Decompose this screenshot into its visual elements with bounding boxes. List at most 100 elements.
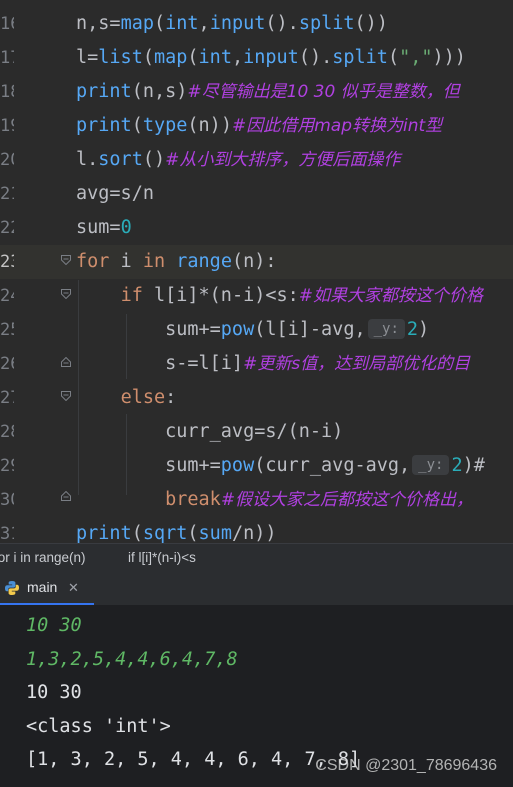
- code-token: else: [120, 387, 166, 408]
- code-line[interactable]: 18 print(n,s)#尽管输出是10 30 似乎是整数，但: [0, 75, 513, 109]
- code-text[interactable]: print(n,s)#尽管输出是10 30 似乎是整数，但: [76, 75, 460, 109]
- code-token: )#: [462, 455, 485, 476]
- code-token: l.: [76, 149, 99, 170]
- code-text[interactable]: print(type(n))#因此借用map转换为int型: [76, 109, 442, 143]
- code-token: type: [142, 115, 188, 136]
- line-number: 23: [0, 252, 14, 272]
- line-number: 22: [0, 218, 14, 238]
- code-token: break: [165, 489, 221, 510]
- breadcrumb: for i in range(n) if l[i]*(n-i)<s: [0, 543, 513, 572]
- code-token: ): [418, 319, 430, 340]
- indent-guide: [126, 314, 127, 379]
- code-line[interactable]: 16 n,s=map(int,input().split()): [0, 7, 513, 41]
- indent-guide: [126, 414, 127, 495]
- code-line[interactable]: 29 sum+=pow(curr_avg-avg,_y:2)#: [0, 449, 513, 483]
- code-text[interactable]: print(sqrt(sum/n)): [76, 517, 277, 543]
- line-number: 30: [0, 490, 14, 510]
- fold-collapse-icon[interactable]: [61, 255, 71, 265]
- close-icon[interactable]: ✕: [68, 580, 79, 596]
- fold-collapse-icon[interactable]: [61, 391, 71, 401]
- code-token: pow: [220, 455, 255, 476]
- code-token: list: [98, 47, 143, 68]
- watermark: CSDN @2301_78696436: [315, 757, 497, 774]
- breadcrumb-item-for-loop[interactable]: for i in range(n): [0, 544, 86, 572]
- code-editor[interactable]: 16n,s=map(int,input().split())17l=list(m…: [0, 0, 513, 543]
- code-text[interactable]: sum+=pow(curr_avg-avg, _y: 2)#: [76, 449, 485, 483]
- code-token: split: [298, 13, 355, 34]
- run-tab-main[interactable]: main ✕: [0, 572, 94, 605]
- code-token: int: [198, 47, 232, 68]
- code-token: ,: [198, 13, 210, 34]
- code-token: int: [165, 13, 199, 34]
- code-token: map: [120, 13, 154, 34]
- code-line[interactable]: 17l=list(map(int,input().split(","))): [0, 41, 513, 75]
- code-text[interactable]: s-=l[i]#更新s值，达到局部优化的目: [76, 347, 470, 381]
- code-text[interactable]: for i in range(n):: [76, 245, 277, 279]
- fold-end-icon[interactable]: [61, 357, 71, 367]
- code-line[interactable]: 24 if l[i]*(n-i)<s:#如果大家都按这个价格: [0, 279, 513, 313]
- parameter-hint: _y:: [367, 319, 405, 339]
- console-output-line: <class 'int'>: [26, 715, 171, 737]
- fold-end-icon[interactable]: [61, 491, 71, 501]
- code-token: s-=l[i]: [76, 353, 244, 374]
- code-token: in: [142, 251, 166, 272]
- code-token: (: [187, 47, 199, 68]
- code-token: :: [165, 387, 177, 408]
- code-token: ))): [432, 47, 466, 68]
- code-line[interactable]: 30 break#假设大家之后都按这个价格出，: [0, 483, 513, 517]
- code-token: (n)): [187, 115, 232, 136]
- code-token: 0: [120, 217, 132, 238]
- fold-collapse-icon[interactable]: [61, 289, 71, 299]
- line-number: 24: [0, 286, 14, 306]
- code-token: ",": [399, 47, 433, 68]
- line-number: 28: [0, 422, 14, 442]
- line-number: 25: [0, 320, 14, 340]
- code-token: ().: [265, 13, 299, 34]
- line-number: 20: [0, 150, 14, 170]
- code-token: input: [209, 13, 266, 34]
- code-token: split: [332, 47, 388, 68]
- code-line[interactable]: 19 print(type(n))#因此借用map转换为int型: [0, 109, 513, 143]
- code-token: pow: [220, 319, 255, 340]
- code-token: (n,s): [131, 81, 188, 102]
- code-text[interactable]: l.sort()#从小到大排序，方便后面操作: [76, 143, 400, 177]
- code-token: ()): [354, 13, 388, 34]
- breadcrumb-item-if[interactable]: if l[i]*(n-i)<s: [128, 544, 196, 572]
- code-line[interactable]: 23 for i in range(n):: [0, 245, 513, 279]
- code-token: (: [142, 47, 154, 68]
- code-token: print: [76, 81, 132, 102]
- code-text[interactable]: sum=0: [76, 211, 132, 245]
- line-number: 17: [0, 48, 14, 68]
- code-line[interactable]: 25 sum+=pow(l[i]-avg,_y:2): [0, 313, 513, 347]
- code-line[interactable]: 27 else:: [0, 381, 513, 415]
- code-line[interactable]: 31print(sqrt(sum/n)): [0, 517, 513, 543]
- code-line[interactable]: 21 avg=s/n: [0, 177, 513, 211]
- code-line[interactable]: 26 s-=l[i]#更新s值，达到局部优化的目: [0, 347, 513, 381]
- code-line[interactable]: 20 l.sort()#从小到大排序，方便后面操作: [0, 143, 513, 177]
- code-text[interactable]: sum+=pow(l[i]-avg, _y: 2): [76, 313, 429, 347]
- code-token: map: [153, 47, 188, 68]
- line-number: 29: [0, 456, 14, 476]
- run-tab-label: main: [27, 579, 58, 595]
- code-token: print: [76, 523, 132, 543]
- code-token: (: [131, 523, 143, 543]
- code-line[interactable]: 28 curr_avg=s/(n-i): [0, 415, 513, 449]
- run-tool-window-header: main ✕: [0, 572, 513, 606]
- code-token: (l[i]-avg,: [254, 319, 366, 340]
- code-text[interactable]: if l[i]*(n-i)<s:#如果大家都按这个价格: [76, 279, 483, 313]
- code-comment: #从小到大排序，方便后面操作: [165, 150, 401, 170]
- code-line[interactable]: 22 sum=0: [0, 211, 513, 245]
- code-text[interactable]: avg=s/n: [76, 177, 154, 211]
- code-token: sum+=: [76, 319, 221, 340]
- code-token: if: [120, 285, 143, 306]
- code-text[interactable]: break#假设大家之后都按这个价格出，: [76, 483, 473, 517]
- code-text[interactable]: curr_avg=s/(n-i): [76, 415, 343, 449]
- code-text[interactable]: l=list(map(int,input().split(","))): [76, 41, 466, 75]
- code-token: 2: [451, 455, 463, 476]
- console-input-line: 1,3,2,5,4,4,6,4,7,8: [26, 648, 238, 670]
- code-text[interactable]: else:: [76, 381, 177, 415]
- code-token: 2: [406, 319, 419, 340]
- code-text[interactable]: n,s=map(int,input().split()): [76, 7, 388, 41]
